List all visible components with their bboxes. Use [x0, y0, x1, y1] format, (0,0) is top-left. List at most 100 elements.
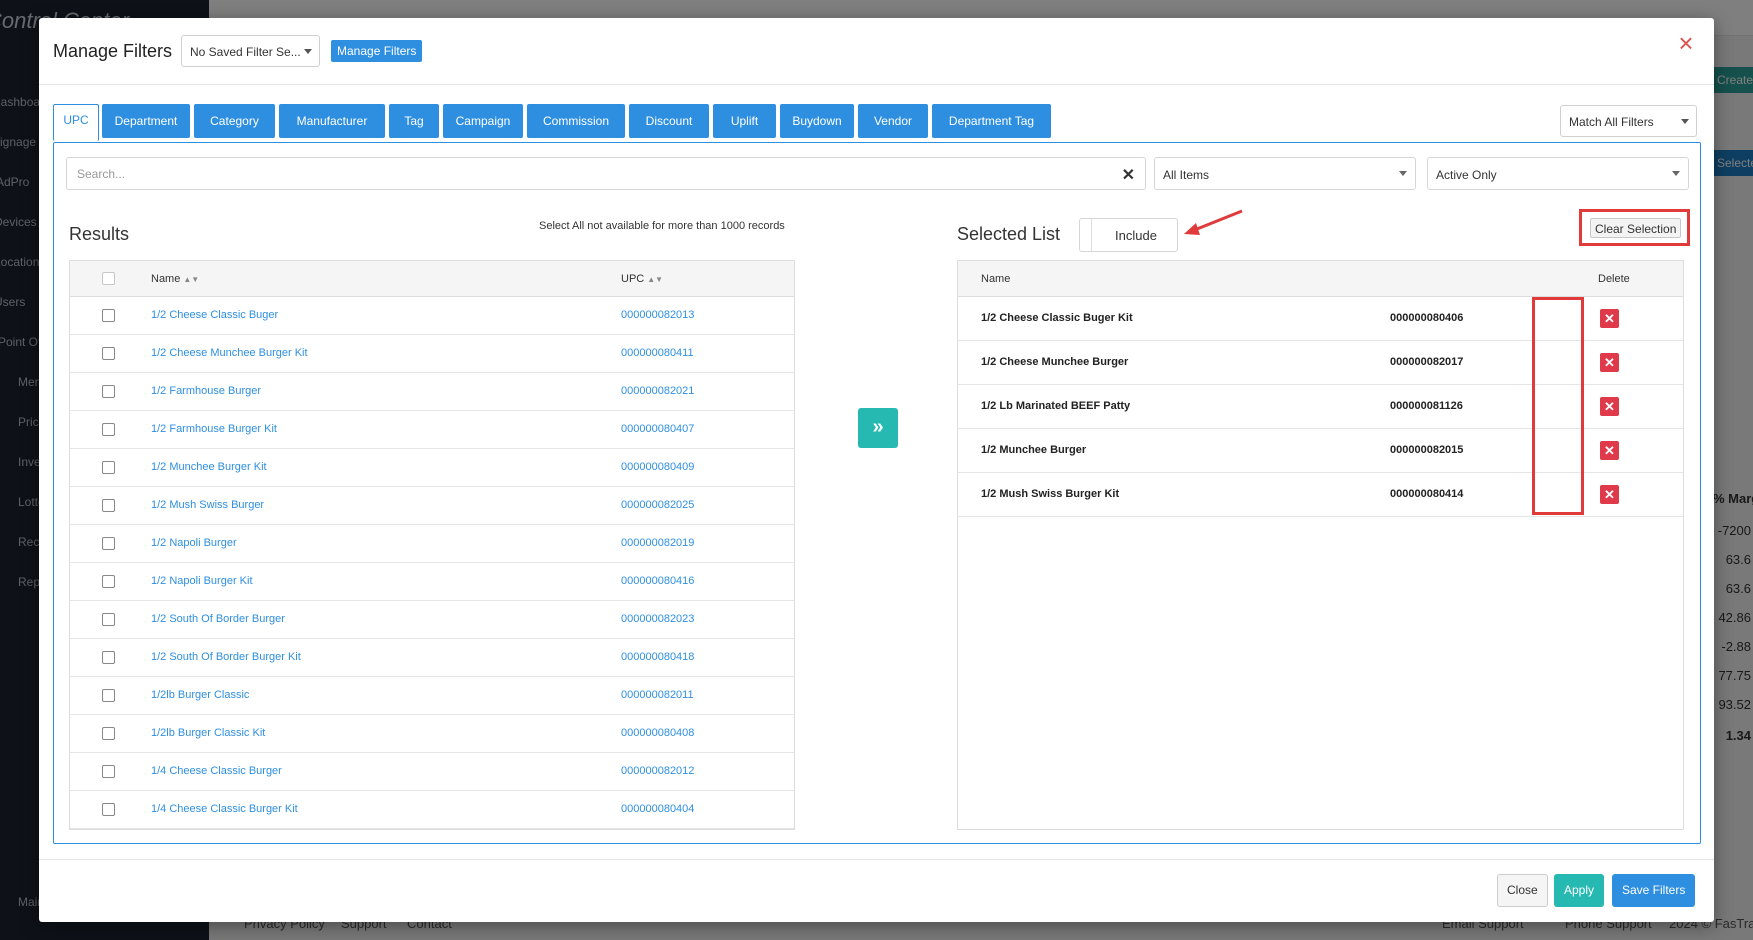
- result-name-link[interactable]: 1/2 South Of Border Burger: [151, 613, 285, 625]
- tab-manufacturer[interactable]: Manufacturer: [279, 104, 385, 138]
- results-header: Name ▲▼ UPC ▲▼: [70, 261, 794, 297]
- row-checkbox[interactable]: [102, 423, 115, 436]
- result-upc-link[interactable]: 000000082012: [621, 765, 694, 777]
- table-row[interactable]: 1/2lb Burger Classic 000000082011: [70, 677, 794, 715]
- clear-selection-button[interactable]: Clear Selection: [1590, 218, 1682, 238]
- row-checkbox[interactable]: [102, 651, 115, 664]
- tab-vendor[interactable]: Vendor: [858, 104, 928, 138]
- saved-filter-select[interactable]: No Saved Filter Se...: [181, 35, 320, 67]
- clear-search-icon[interactable]: ✕: [1122, 165, 1135, 185]
- table-row[interactable]: 1/2 South Of Border Burger 000000082023: [70, 601, 794, 639]
- result-name-link[interactable]: 1/2 Napoli Burger Kit: [151, 575, 253, 587]
- row-checkbox[interactable]: [102, 765, 115, 778]
- result-upc-link[interactable]: 000000080409: [621, 461, 694, 473]
- result-upc-link[interactable]: 000000082021: [621, 385, 694, 397]
- table-row[interactable]: 1/2 Cheese Munchee Burger Kit 00000008041…: [70, 335, 794, 373]
- result-name-link[interactable]: 1/4 Cheese Classic Burger Kit: [151, 803, 298, 815]
- column-name[interactable]: Name ▲▼: [151, 273, 199, 285]
- table-row[interactable]: 1/2 Cheese Classic Buger 000000082013: [70, 297, 794, 335]
- result-name-link[interactable]: 1/2 Mush Swiss Burger: [151, 499, 264, 511]
- close-icon[interactable]: ×: [1675, 30, 1697, 56]
- status-select-value: Active Only: [1436, 168, 1497, 182]
- result-upc-link[interactable]: 000000080404: [621, 803, 694, 815]
- apply-button[interactable]: Apply: [1554, 874, 1605, 907]
- result-name-link[interactable]: 1/2 South Of Border Burger Kit: [151, 651, 301, 663]
- result-name-link[interactable]: 1/2lb Burger Classic Kit: [151, 727, 265, 739]
- result-upc-link[interactable]: 000000080418: [621, 651, 694, 663]
- table-row[interactable]: 1/2 Mush Swiss Burger 000000082025: [70, 487, 794, 525]
- result-upc-link[interactable]: 000000082023: [621, 613, 694, 625]
- result-upc-link[interactable]: 000000082019: [621, 537, 694, 549]
- tab-tag[interactable]: Tag: [389, 104, 439, 138]
- result-name-link[interactable]: 1/2 Farmhouse Burger: [151, 385, 261, 397]
- tab-department[interactable]: Department: [102, 104, 190, 138]
- select-all-note: Select All not available for more than 1…: [539, 220, 785, 232]
- tab-category[interactable]: Category: [194, 104, 275, 138]
- selected-upc: 000000082017: [1390, 356, 1464, 368]
- tab-department-tag[interactable]: Department Tag: [932, 104, 1051, 138]
- include-toggle[interactable]: Include: [1079, 218, 1178, 252]
- tab-upc[interactable]: UPC: [53, 104, 99, 141]
- column-upc[interactable]: UPC ▲▼: [621, 273, 663, 285]
- delete-icon[interactable]: ✕: [1600, 309, 1619, 328]
- delete-icon[interactable]: ✕: [1600, 485, 1619, 504]
- selected-name: 1/2 Cheese Classic Buger Kit: [981, 312, 1133, 324]
- table-row[interactable]: 1/2 South Of Border Burger Kit 0000000804…: [70, 639, 794, 677]
- result-upc-link[interactable]: 000000080407: [621, 423, 694, 435]
- caret-down-icon: [1681, 119, 1689, 124]
- select-all-checkbox[interactable]: [102, 272, 115, 285]
- result-name-link[interactable]: 1/2 Napoli Burger: [151, 537, 237, 549]
- row-checkbox[interactable]: [102, 309, 115, 322]
- modal-title: Manage Filters: [53, 41, 173, 61]
- match-filter-select[interactable]: Match All Filters: [1560, 105, 1697, 137]
- tab-discount[interactable]: Discount: [629, 104, 709, 138]
- status-select[interactable]: Active Only: [1427, 157, 1689, 190]
- results-title: Results: [69, 224, 130, 244]
- tab-commission[interactable]: Commission: [527, 104, 625, 138]
- table-row[interactable]: 1/4 Cheese Classic Burger Kit 00000008040…: [70, 791, 794, 829]
- row-checkbox[interactable]: [102, 461, 115, 474]
- row-checkbox[interactable]: [102, 347, 115, 360]
- row-checkbox[interactable]: [102, 803, 115, 816]
- result-upc-link[interactable]: 000000082025: [621, 499, 694, 511]
- result-upc-link[interactable]: 000000080408: [621, 727, 694, 739]
- save-filters-button[interactable]: Save Filters: [1612, 874, 1696, 907]
- result-name-link[interactable]: 1/2lb Burger Classic: [151, 689, 249, 701]
- delete-icon[interactable]: ✕: [1600, 397, 1619, 416]
- result-upc-link[interactable]: 000000080416: [621, 575, 694, 587]
- table-row[interactable]: 1/4 Cheese Classic Burger 000000082012: [70, 753, 794, 791]
- row-checkbox[interactable]: [102, 499, 115, 512]
- tab-campaign[interactable]: Campaign: [443, 104, 523, 138]
- result-upc-link[interactable]: 000000080411: [621, 347, 694, 359]
- result-upc-link[interactable]: 000000082013: [621, 309, 694, 321]
- row-checkbox[interactable]: [102, 689, 115, 702]
- delete-icon[interactable]: ✕: [1600, 353, 1619, 372]
- result-name-link[interactable]: 1/2 Cheese Munchee Burger Kit: [151, 347, 308, 359]
- close-button[interactable]: Close: [1497, 874, 1548, 907]
- table-row[interactable]: 1/2 Napoli Burger 000000082019: [70, 525, 794, 563]
- tab-uplift[interactable]: Uplift: [713, 104, 776, 138]
- row-checkbox[interactable]: [102, 385, 115, 398]
- table-row[interactable]: 1/2 Munchee Burger Kit 000000080409: [70, 449, 794, 487]
- tab-buydown[interactable]: Buydown: [780, 104, 854, 138]
- row-checkbox[interactable]: [102, 727, 115, 740]
- result-name-link[interactable]: 1/4 Cheese Classic Burger: [151, 765, 282, 777]
- result-name-link[interactable]: 1/2 Munchee Burger Kit: [151, 461, 267, 473]
- row-checkbox[interactable]: [102, 575, 115, 588]
- result-upc-link[interactable]: 000000082011: [621, 689, 694, 701]
- table-row[interactable]: 1/2lb Burger Classic Kit 000000080408: [70, 715, 794, 753]
- row-checkbox[interactable]: [102, 537, 115, 550]
- table-row[interactable]: 1/2 Napoli Burger Kit 000000080416: [70, 563, 794, 601]
- result-name-link[interactable]: 1/2 Cheese Classic Buger: [151, 309, 278, 321]
- items-select[interactable]: All Items: [1154, 157, 1416, 190]
- clear-selection-annotation: Clear Selection: [1579, 209, 1690, 246]
- table-row[interactable]: 1/2 Farmhouse Burger 000000082021: [70, 373, 794, 411]
- move-to-selected-button[interactable]: »: [858, 408, 898, 448]
- manage-filters-button[interactable]: Manage Filters: [331, 40, 423, 62]
- row-checkbox[interactable]: [102, 613, 115, 626]
- results-table: Name ▲▼ UPC ▲▼ 1/2 Cheese Classic Buger 000…: [69, 260, 795, 830]
- search-input[interactable]: [67, 158, 1145, 189]
- delete-icon[interactable]: ✕: [1600, 441, 1619, 460]
- result-name-link[interactable]: 1/2 Farmhouse Burger Kit: [151, 423, 277, 435]
- table-row[interactable]: 1/2 Farmhouse Burger Kit 000000080407: [70, 411, 794, 449]
